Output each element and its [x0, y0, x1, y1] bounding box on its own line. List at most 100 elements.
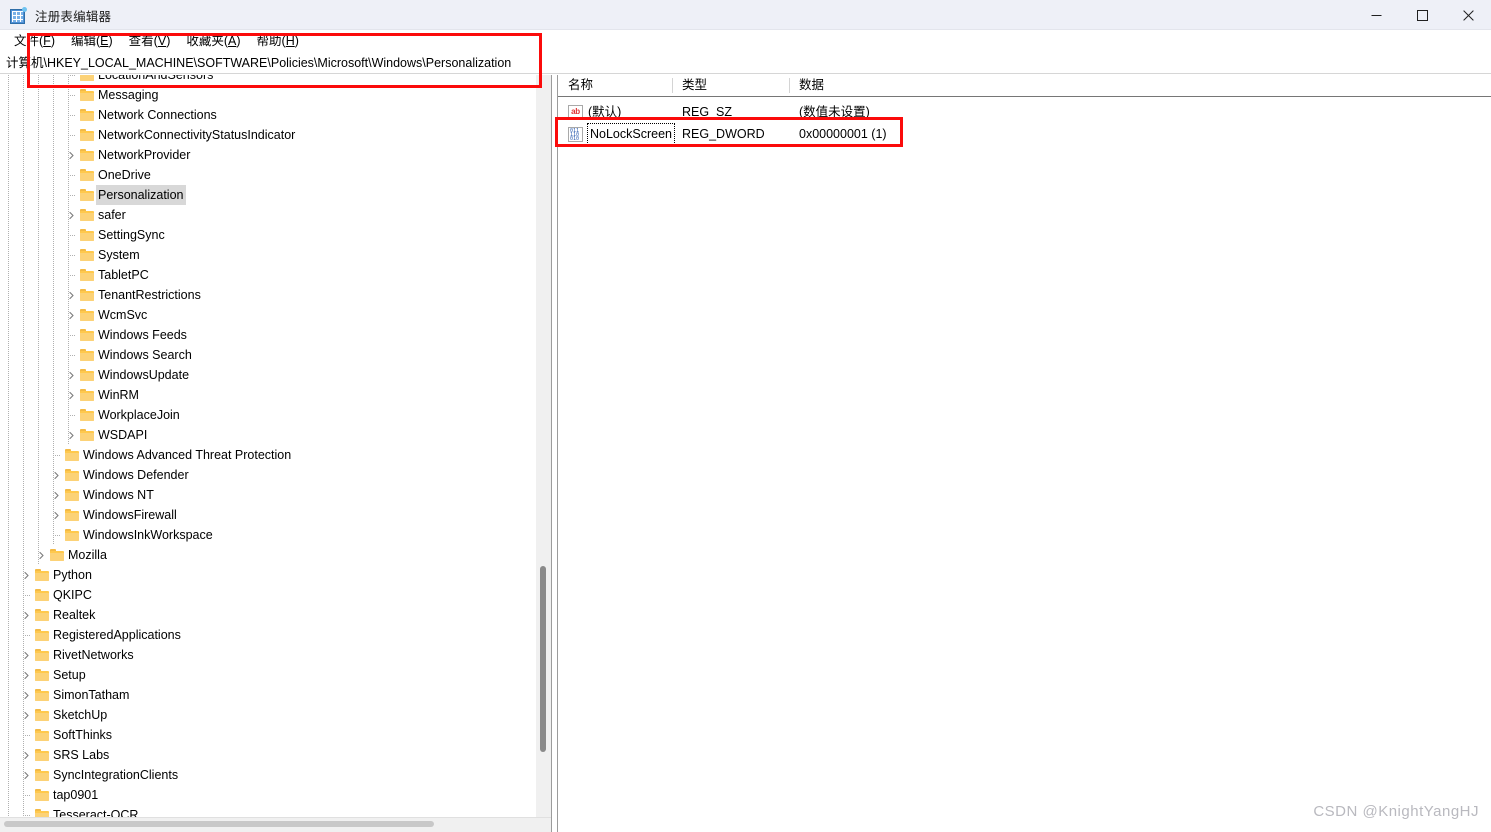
window-controls	[1353, 0, 1491, 30]
column-header-data[interactable]: 数据	[789, 75, 989, 96]
registry-tree[interactable]: LocationAndSensors Messaging Network Conne…	[0, 75, 536, 817]
tree-elbow	[68, 115, 76, 116]
tree-elbow	[53, 455, 61, 456]
tree-item-11[interactable]: TenantRestrictions	[0, 285, 536, 305]
chevron-right-icon[interactable]	[19, 605, 34, 625]
value-name-cell[interactable]: ab (默认)	[568, 101, 621, 123]
address-bar[interactable]: 计算机\HKEY_LOCAL_MACHINE\SOFTWARE\Policies…	[0, 52, 1491, 74]
tree-item-23[interactable]: WindowsInkWorkspace	[0, 525, 536, 545]
tree-item-26[interactable]: QKIPC	[0, 585, 536, 605]
chevron-right-icon[interactable]	[19, 565, 34, 585]
tree-item-37[interactable]: Tesseract-OCR	[0, 805, 536, 817]
menu-item-2[interactable]: 查看(V)	[121, 30, 179, 52]
tree-item-2[interactable]: Network Connections	[0, 105, 536, 125]
chevron-right-icon[interactable]	[19, 665, 34, 685]
tree-item-1[interactable]: Messaging	[0, 85, 536, 105]
chevron-right-icon[interactable]	[49, 505, 64, 525]
tree-horizontal-scrollbar-thumb[interactable]	[4, 821, 434, 827]
tree-guide-line	[23, 425, 24, 445]
chevron-right-icon[interactable]	[34, 545, 49, 565]
tree-item-13[interactable]: Windows Feeds	[0, 325, 536, 345]
tree-item-28[interactable]: RegisteredApplications	[0, 625, 536, 645]
tree-item-27[interactable]: Realtek	[0, 605, 536, 625]
tree-guide-line	[8, 505, 9, 525]
registry-values-list[interactable]: 名称 类型 数据 ab (默认) REG_SZ (数值未设置) 011 110 010 NoLoc…	[558, 75, 1491, 832]
tree-elbow	[68, 355, 76, 356]
tree-item-9[interactable]: System	[0, 245, 536, 265]
registry-editor-icon	[10, 6, 27, 24]
tree-item-6[interactable]: Personalization	[0, 185, 536, 205]
tree-guide-line	[8, 285, 9, 305]
tree-item-22[interactable]: WindowsFirewall	[0, 505, 536, 525]
tree-item-31[interactable]: SimonTatham	[0, 685, 536, 705]
tree-item-label: QKIPC	[53, 588, 92, 602]
tree-item-29[interactable]: RivetNetworks	[0, 645, 536, 665]
value-name-cell[interactable]: 011 110 010 NoLockScreen	[568, 123, 675, 145]
tree-item-32[interactable]: SketchUp	[0, 705, 536, 725]
tree-item-20[interactable]: Windows Defender	[0, 465, 536, 485]
tree-guide-line	[8, 485, 9, 505]
tree-item-33[interactable]: SoftThinks	[0, 725, 536, 745]
tree-guide-line	[38, 325, 39, 345]
tree-guide-line	[23, 665, 24, 685]
chevron-right-icon[interactable]	[64, 145, 79, 165]
tree-item-36[interactable]: tap0901	[0, 785, 536, 805]
chevron-right-icon[interactable]	[64, 365, 79, 385]
menu-item-1[interactable]: 编辑(E)	[63, 30, 121, 52]
tree-item-0[interactable]: LocationAndSensors	[0, 75, 536, 85]
pane-splitter[interactable]	[551, 75, 558, 832]
tree-item-17[interactable]: WorkplaceJoin	[0, 405, 536, 425]
tree-item-25[interactable]: Python	[0, 565, 536, 585]
tree-item-8[interactable]: SettingSync	[0, 225, 536, 245]
column-separator[interactable]	[672, 78, 673, 93]
tree-item-16[interactable]: WinRM	[0, 385, 536, 405]
tree-item-label: NetworkProvider	[98, 148, 191, 162]
chevron-right-icon[interactable]	[19, 685, 34, 705]
chevron-right-icon[interactable]	[19, 705, 34, 725]
chevron-right-icon[interactable]	[64, 205, 79, 225]
tree-item-12[interactable]: WcmSvc	[0, 305, 536, 325]
folder-icon	[49, 545, 66, 565]
tree-item-24[interactable]: Mozilla	[0, 545, 536, 565]
maximize-button[interactable]	[1399, 0, 1445, 30]
menu-item-4[interactable]: 帮助(H)	[249, 30, 307, 52]
column-header-type[interactable]: 类型	[672, 75, 789, 96]
list-row[interactable]: ab (默认) REG_SZ (数值未设置)	[558, 101, 1491, 123]
tree-item-15[interactable]: WindowsUpdate	[0, 365, 536, 385]
tree-item-30[interactable]: Setup	[0, 665, 536, 685]
chevron-right-icon[interactable]	[64, 305, 79, 325]
tree-item-34[interactable]: SRS Labs	[0, 745, 536, 765]
column-header-name[interactable]: 名称	[558, 75, 672, 96]
menu-item-0[interactable]: 文件(F)	[6, 30, 63, 52]
tree-vertical-scrollbar-thumb[interactable]	[540, 566, 546, 752]
tree-guide-line	[38, 285, 39, 305]
chevron-right-icon[interactable]	[49, 485, 64, 505]
chevron-right-icon[interactable]	[64, 425, 79, 445]
tree-item-21[interactable]: Windows NT	[0, 485, 536, 505]
tree-item-19[interactable]: Windows Advanced Threat Protection	[0, 445, 536, 465]
tree-item-label: Windows Advanced Threat Protection	[83, 448, 292, 462]
tree-item-10[interactable]: TabletPC	[0, 265, 536, 285]
chevron-right-icon[interactable]	[64, 385, 79, 405]
chevron-right-icon[interactable]	[49, 465, 64, 485]
tree-guide-line	[23, 705, 24, 725]
tree-item-35[interactable]: SyncIntegrationClients	[0, 765, 536, 785]
chevron-right-icon[interactable]	[64, 285, 79, 305]
chevron-right-icon[interactable]	[19, 745, 34, 765]
chevron-right-icon[interactable]	[19, 765, 34, 785]
tree-item-label: WindowsFirewall	[83, 508, 177, 522]
folder-icon	[34, 565, 51, 585]
list-row[interactable]: 011 110 010 NoLockScreen REG_DWORD 0x00000001…	[558, 123, 1491, 145]
tree-item-5[interactable]: OneDrive	[0, 165, 536, 185]
tree-item-14[interactable]: Windows Search	[0, 345, 536, 365]
menu-item-3[interactable]: 收藏夹(A)	[178, 30, 248, 52]
tree-item-3[interactable]: NetworkConnectivityStatusIndicator	[0, 125, 536, 145]
close-button[interactable]	[1445, 0, 1491, 30]
column-separator[interactable]	[789, 78, 790, 93]
tree-item-18[interactable]: WSDAPI	[0, 425, 536, 445]
minimize-button[interactable]	[1353, 0, 1399, 30]
tree-item-7[interactable]: safer	[0, 205, 536, 225]
chevron-right-icon[interactable]	[19, 645, 34, 665]
tree-item-4[interactable]: NetworkProvider	[0, 145, 536, 165]
value-name-text: NoLockScreen	[587, 123, 675, 145]
